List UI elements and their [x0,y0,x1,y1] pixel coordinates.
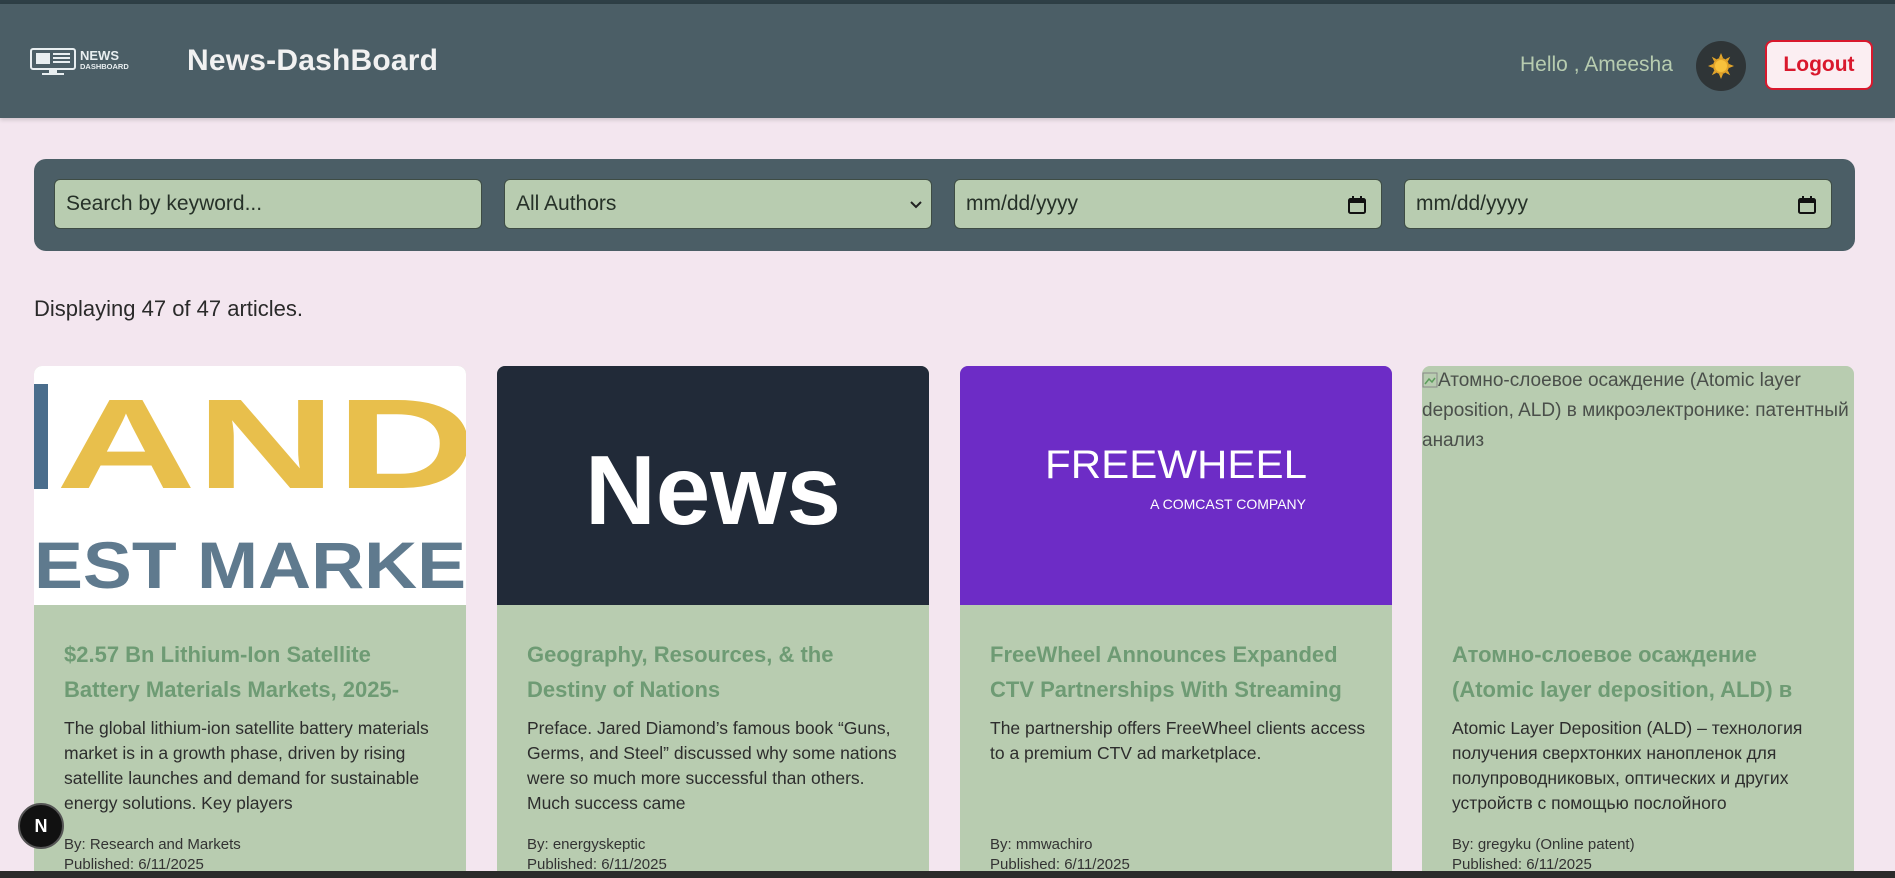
image-text-markets: EST MARKE [34,528,466,602]
article-title[interactable]: Geography, Resources, & the Destiny of N… [527,637,907,709]
article-description: The partnership offers FreeWheel clients… [990,718,1366,763]
start-date-placeholder: mm/dd/yyyy [966,192,1079,215]
start-date-input[interactable]: mm/dd/yyyy [954,179,1382,229]
chevron-down-icon [910,201,922,209]
logo-text-dashboard: DASHBOARD [80,62,129,71]
theme-toggle-button[interactable] [1696,41,1746,91]
article-description: Preface. Jared Diamond’s famous book “Gu… [527,718,897,813]
end-date-placeholder: mm/dd/yyyy [1416,192,1529,215]
article-title[interactable]: FreeWheel Announces Expanded CTV Partner… [990,637,1370,709]
article-author: By: gregyku (Online patent) [1452,836,1635,853]
article-card[interactable]: News Geography, Resources, & the Destiny… [497,366,929,878]
article-author: By: Research and Markets [64,836,241,853]
author-select-value: All Authors [516,192,617,215]
logo-text-news: NEWS [80,48,119,63]
n-logo-icon: N [35,816,48,836]
n-badge-letter: N [35,816,48,836]
article-author: By: energyskeptic [527,836,646,853]
image-alt-text: Атомно-слоевое осаждение (Atomic layer d… [1422,366,1854,456]
image-text-comcast: A COMCAST COMPANY [1150,496,1307,512]
broken-image-icon [1422,372,1438,388]
app-header: NEWS DASHBOARD News-DashBoard Hello , Am… [0,4,1895,118]
filter-bar: All Authors mm/dd/yyyy mm/dd/yyyy [34,159,1855,251]
article-meta: By: Research and Markets Published: 6/11… [64,835,241,875]
dev-tools-badge[interactable]: N [18,803,64,849]
article-card[interactable]: AND EST MARKE $2.57 Bn Lithium-Ion Satel… [34,366,466,878]
image-text-news: News [585,435,841,545]
app-title: News-DashBoard [187,44,439,77]
article-image[interactable]: FREEWHEEL A COMCAST COMPANY [960,366,1392,605]
search-input[interactable] [66,192,481,216]
article-count: Displaying 47 of 47 articles. [34,296,304,321]
article-meta: By: mmwachiro Published: 6/11/2025 [990,835,1130,875]
article-image[interactable]: News [497,366,929,605]
article-card[interactable]: FREEWHEEL A COMCAST COMPANY FreeWheel An… [960,366,1392,878]
article-image-broken[interactable]: Атомно-слоевое осаждение (Atomic layer d… [1422,366,1854,605]
article-description: The global lithium-ion satellite battery… [64,718,429,813]
sun-icon [1708,53,1734,79]
article-meta: By: energyskeptic Published: 6/11/2025 [527,835,667,875]
app-logo[interactable]: NEWS DASHBOARD [30,47,162,77]
article-image[interactable]: AND EST MARKE [34,366,466,605]
image-text-and: AND [56,373,466,516]
user-greeting: Hello , Ameesha [1520,53,1673,76]
article-card[interactable]: Атомно-слоевое осаждение (Atomic layer d… [1422,366,1854,878]
image-text-freewheel: FREEWHEEL [1045,443,1307,487]
calendar-icon[interactable] [1347,195,1367,215]
article-title[interactable]: Атомно-слоевое осаждение (Atomic layer d… [1452,637,1832,709]
article-meta: By: gregyku (Online patent) Published: 6… [1452,835,1635,875]
logout-button[interactable]: Logout [1765,40,1873,90]
author-select[interactable]: All Authors [504,179,932,229]
search-field[interactable] [54,179,482,229]
image-alt-label: Атомно-слоевое осаждение (Atomic layer d… [1422,370,1849,451]
calendar-icon[interactable] [1797,195,1817,215]
article-title[interactable]: $2.57 Bn Lithium-Ion Satellite Battery M… [64,637,444,709]
bottom-edge-bar [0,871,1895,878]
article-author: By: mmwachiro [990,836,1093,853]
article-description: Atomic Layer Deposition (ALD) – технолог… [1452,718,1803,813]
end-date-input[interactable]: mm/dd/yyyy [1404,179,1832,229]
